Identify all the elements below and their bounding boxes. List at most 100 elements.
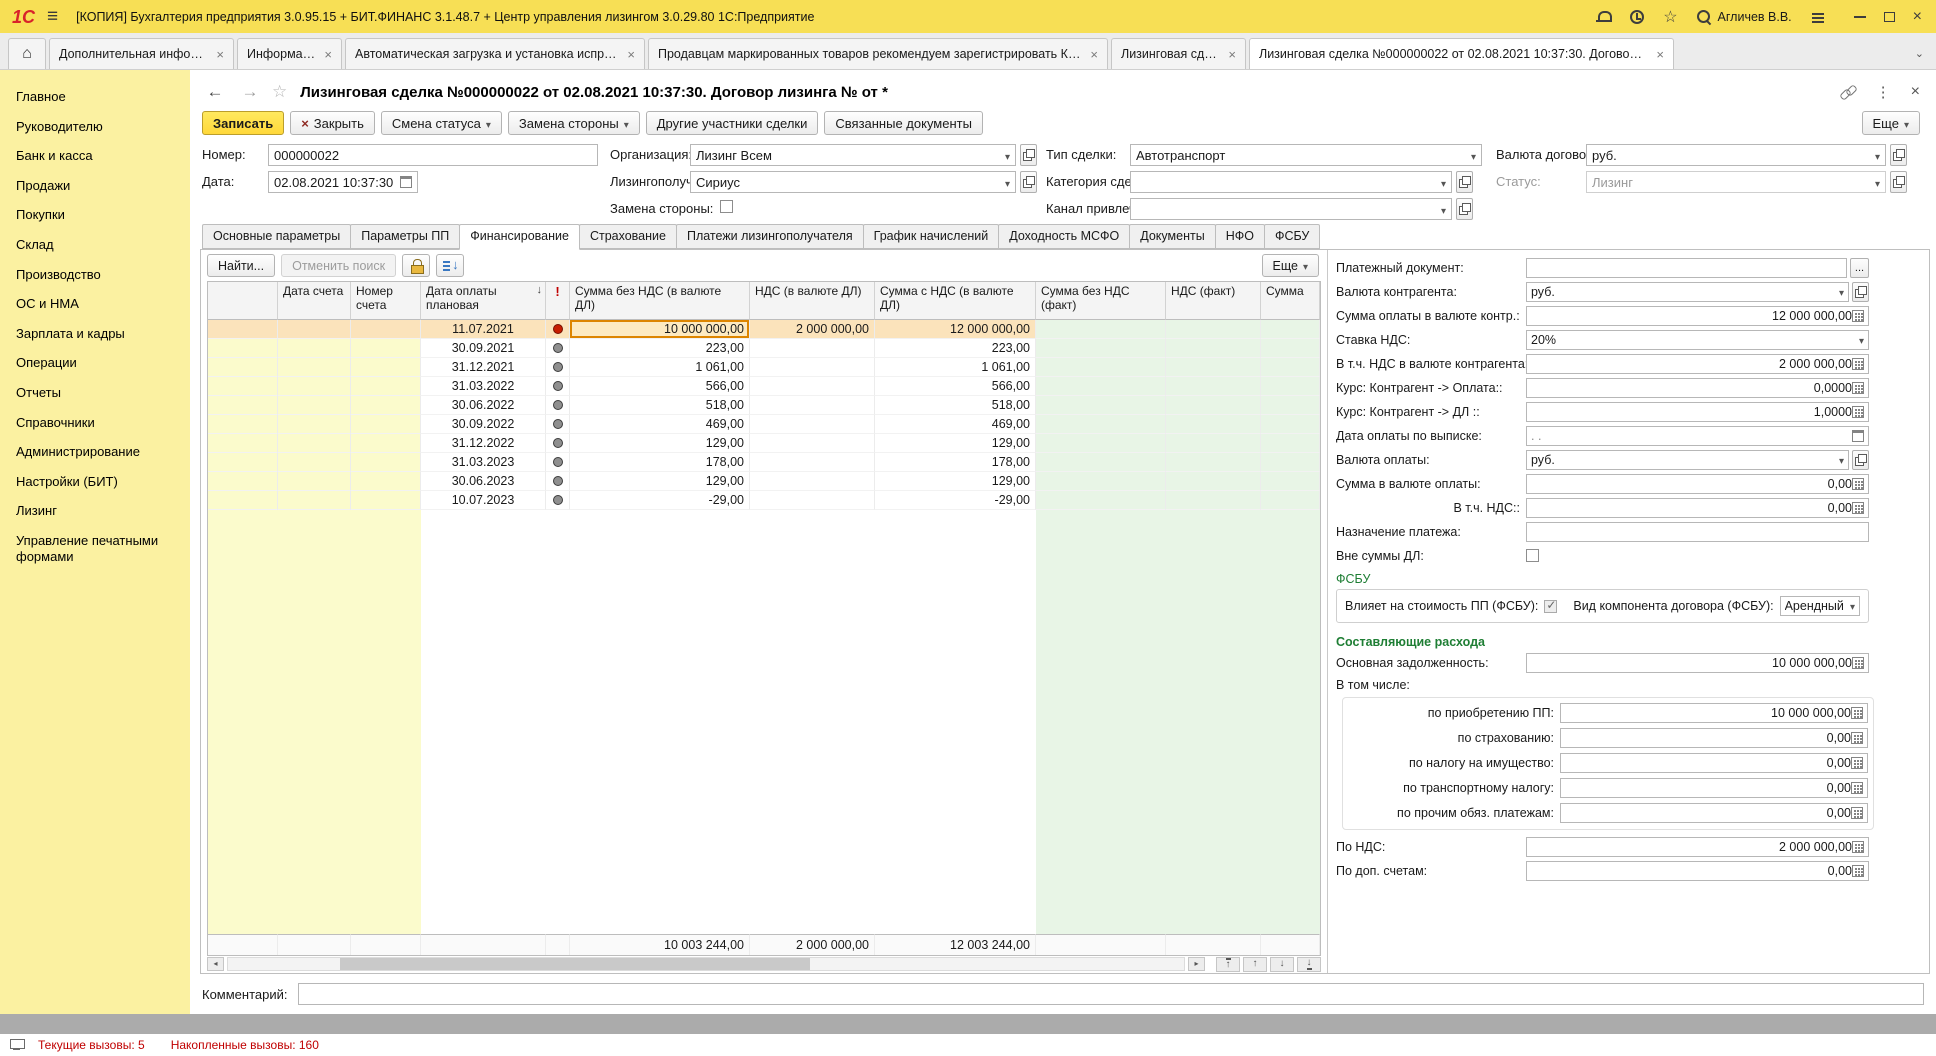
close-tab-icon[interactable]	[1228, 47, 1236, 62]
cell-status[interactable]	[546, 396, 570, 415]
cell-amount-with-vat[interactable]: 1 061,00	[875, 358, 1036, 377]
cell-amount-no-vat[interactable]: 566,00	[570, 377, 750, 396]
sidebar-item[interactable]: Руководителю	[0, 112, 190, 142]
cell-extra[interactable]	[1261, 491, 1320, 510]
cell-extra[interactable]	[1261, 320, 1320, 339]
cell-status[interactable]	[546, 377, 570, 396]
tab-information[interactable]: Информация	[237, 38, 342, 69]
cell-vat[interactable]	[750, 377, 875, 396]
other-participants-button[interactable]: Другие участники сделки	[646, 111, 819, 135]
chevron-down-icon[interactable]	[1441, 202, 1446, 217]
main-debt-input[interactable]: 10 000 000,00	[1526, 653, 1869, 673]
cell-invoice-number[interactable]	[351, 320, 421, 339]
cell-amount-with-vat[interactable]: 12 000 000,00	[875, 320, 1036, 339]
calculator-icon[interactable]	[1852, 502, 1864, 514]
lessee-combo[interactable]: Сириус	[690, 171, 1016, 193]
close-tab-icon[interactable]	[324, 47, 332, 62]
notifications-icon[interactable]	[1595, 9, 1611, 25]
cell-amount-with-vat[interactable]: 129,00	[875, 472, 1036, 491]
row-selector-cell[interactable]	[208, 434, 278, 453]
cell-invoice-number[interactable]	[351, 472, 421, 491]
cell-status[interactable]	[546, 472, 570, 491]
cell-amount-no-vat-fact[interactable]	[1036, 453, 1166, 472]
monitor-icon[interactable]	[10, 1039, 24, 1051]
sidebar-item[interactable]: Операции	[0, 348, 190, 378]
header-extra[interactable]: Сумма	[1261, 282, 1320, 320]
scroll-left-icon[interactable]: ◂	[207, 957, 224, 971]
cell-amount-with-vat[interactable]: 129,00	[875, 434, 1036, 453]
calculator-icon[interactable]	[1852, 657, 1864, 669]
table-row[interactable]: 30.09.2022 469,00 469,00	[208, 415, 1320, 434]
header-amount-no-vat[interactable]: Сумма без НДС (в валюте ДЛ)	[570, 282, 750, 320]
header-amount-with-vat[interactable]: Сумма с НДС (в валюте ДЛ)	[875, 282, 1036, 320]
rate-to-dl-input[interactable]: 1,0000	[1526, 402, 1869, 422]
organization-open-button[interactable]	[1020, 144, 1037, 166]
including-item-input[interactable]: 10 000 000,00	[1560, 703, 1868, 723]
close-window-icon[interactable]: ×	[1913, 9, 1922, 25]
tab-main-params[interactable]: Основные параметры	[202, 224, 351, 249]
close-tab-icon[interactable]	[1656, 47, 1664, 62]
close-button[interactable]: ×Закрыть	[290, 111, 375, 135]
sidebar-item[interactable]: Отчеты	[0, 378, 190, 408]
header-invoice-number[interactable]: Номер счета	[351, 282, 421, 320]
cell-invoice-date[interactable]	[278, 396, 351, 415]
change-status-button[interactable]: Смена статуса	[381, 111, 502, 135]
vat-in-currency-input[interactable]: 2 000 000,00	[1526, 354, 1869, 374]
main-menu-icon[interactable]: ≡	[47, 7, 58, 26]
cell-status[interactable]	[546, 415, 570, 434]
cell-vat[interactable]: 2 000 000,00	[750, 320, 875, 339]
go-down-button[interactable]: ↓	[1270, 957, 1294, 972]
more-menu-icon[interactable]: ⋮	[1876, 83, 1891, 101]
cell-status[interactable]	[546, 320, 570, 339]
cell-amount-no-vat[interactable]: 178,00	[570, 453, 750, 472]
payment-document-input[interactable]	[1526, 258, 1847, 278]
row-selector-cell[interactable]	[208, 320, 278, 339]
cell-invoice-date[interactable]	[278, 434, 351, 453]
cell-vat-fact[interactable]	[1166, 377, 1261, 396]
cell-vat[interactable]	[750, 358, 875, 377]
cell-extra[interactable]	[1261, 453, 1320, 472]
table-row[interactable]: 31.03.2022 566,00 566,00	[208, 377, 1320, 396]
payment-currency-combo[interactable]: руб.	[1526, 450, 1849, 470]
cell-amount-no-vat-fact[interactable]	[1036, 472, 1166, 491]
tab-auto-updates[interactable]: Автоматическая загрузка и установка испр…	[345, 38, 645, 69]
incl-vat-input[interactable]: 0,00	[1526, 498, 1869, 518]
cell-invoice-date[interactable]	[278, 358, 351, 377]
tab-insurance[interactable]: Страхование	[579, 224, 677, 249]
statement-date-input[interactable]: . .	[1526, 426, 1869, 446]
cell-planned-date[interactable]: 30.06.2022	[421, 396, 546, 415]
cell-planned-date[interactable]: 31.12.2021	[421, 358, 546, 377]
scrollbar-thumb[interactable]	[340, 958, 810, 970]
cell-amount-with-vat[interactable]: 469,00	[875, 415, 1036, 434]
cell-vat-fact[interactable]	[1166, 320, 1261, 339]
cell-invoice-date[interactable]	[278, 339, 351, 358]
close-tab-icon[interactable]	[627, 47, 635, 62]
cell-vat-fact[interactable]	[1166, 339, 1261, 358]
amount-payment-currency-input[interactable]: 0,00	[1526, 474, 1869, 494]
date-input[interactable]: 02.08.2021 10:37:30	[268, 171, 418, 193]
by-additional-input[interactable]: 0,00	[1526, 861, 1869, 881]
cell-planned-date[interactable]: 31.03.2022	[421, 377, 546, 396]
table-row[interactable]: 10.07.2023 -29,00 -29,00	[208, 491, 1320, 510]
cell-invoice-number[interactable]	[351, 358, 421, 377]
chevron-down-icon[interactable]	[1441, 175, 1446, 190]
get-link-icon[interactable]	[1840, 84, 1856, 100]
tab-documents[interactable]: Документы	[1129, 224, 1215, 249]
table-row[interactable]: 31.03.2023 178,00 178,00	[208, 453, 1320, 472]
channel-open-button[interactable]	[1456, 198, 1473, 220]
cell-amount-no-vat-fact[interactable]	[1036, 415, 1166, 434]
cell-amount-with-vat[interactable]: 566,00	[875, 377, 1036, 396]
cell-vat[interactable]	[750, 339, 875, 358]
sidebar-item[interactable]: ОС и НМА	[0, 289, 190, 319]
sidebar-item[interactable]: Зарплата и кадры	[0, 319, 190, 349]
replace-party-button[interactable]: Замена стороны	[508, 111, 640, 135]
cell-amount-no-vat[interactable]: 223,00	[570, 339, 750, 358]
sidebar-item[interactable]: Банк и касса	[0, 141, 190, 171]
table-more-button[interactable]: Еще	[1262, 254, 1319, 277]
chevron-down-icon[interactable]	[1471, 148, 1476, 163]
table-row[interactable]: 31.12.2022 129,00 129,00	[208, 434, 1320, 453]
sidebar-item[interactable]: Главное	[0, 82, 190, 112]
replace-party-checkbox[interactable]	[720, 200, 733, 213]
cell-amount-no-vat-fact[interactable]	[1036, 396, 1166, 415]
calculator-icon[interactable]	[1852, 478, 1864, 490]
